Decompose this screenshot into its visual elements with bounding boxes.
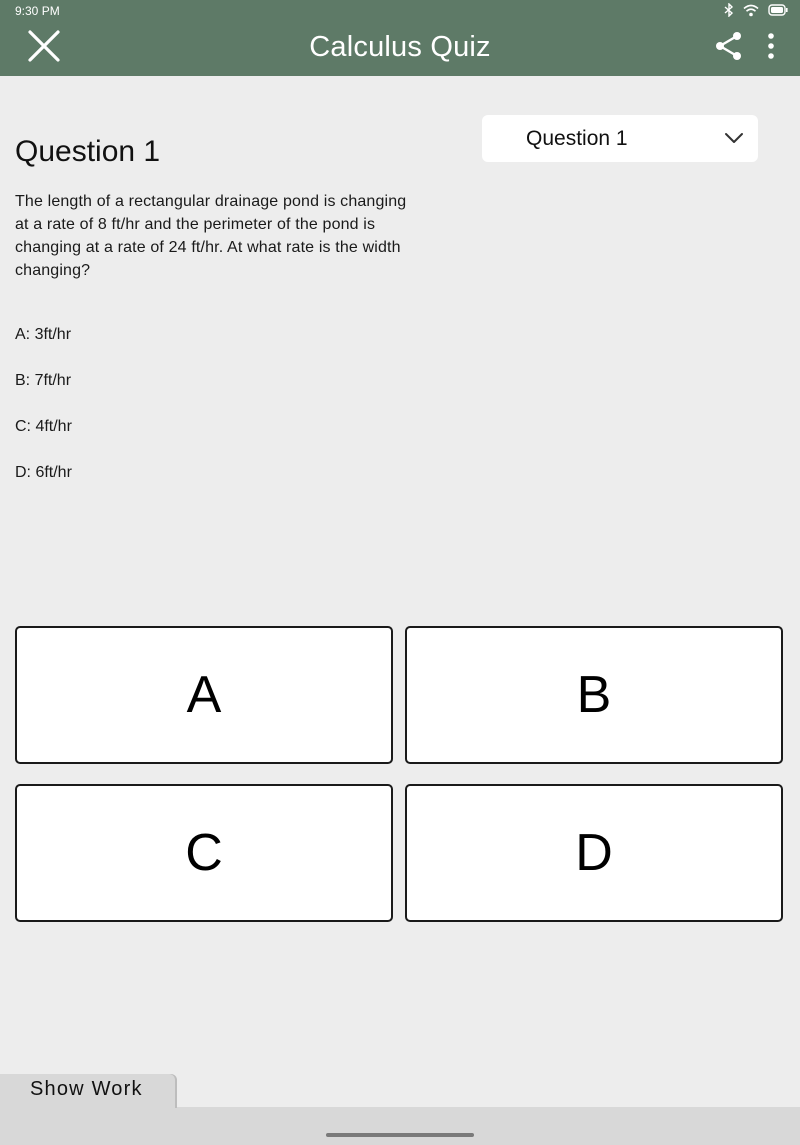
more-vert-icon[interactable] (762, 33, 780, 59)
question-text: The length of a rectangular drainage pon… (15, 193, 407, 279)
answer-button-a[interactable]: A (15, 626, 393, 764)
app-bar: Calculus Quiz (0, 22, 800, 76)
choice-a: A: 3ft/hr (15, 326, 72, 343)
choice-c: C: 4ft/hr (15, 418, 72, 435)
question-heading: Question 1 (15, 135, 161, 168)
question-selector-value: Question 1 (526, 127, 628, 150)
chevron-down-icon (724, 131, 744, 145)
answer-button-d[interactable]: D (405, 784, 783, 922)
status-icons (724, 3, 788, 17)
answer-button-c[interactable]: C (15, 784, 393, 922)
status-bar: 9:30 PM (0, 0, 800, 22)
bottom-panel (0, 1107, 800, 1145)
answer-button-b[interactable]: B (405, 626, 783, 764)
question-selector-dropdown[interactable]: Question 1 (482, 115, 758, 162)
choice-d: D: 6ft/hr (15, 464, 72, 481)
wifi-icon (743, 4, 759, 17)
page-title: Calculus Quiz (309, 31, 491, 63)
show-work-tab[interactable]: Show Work (0, 1074, 175, 1108)
choice-b: B: 7ft/hr (15, 372, 72, 389)
status-time: 9:30 PM (15, 4, 60, 18)
battery-icon (768, 4, 788, 16)
home-indicator[interactable] (326, 1133, 474, 1137)
share-icon[interactable] (713, 30, 745, 62)
bluetooth-icon (724, 3, 734, 17)
